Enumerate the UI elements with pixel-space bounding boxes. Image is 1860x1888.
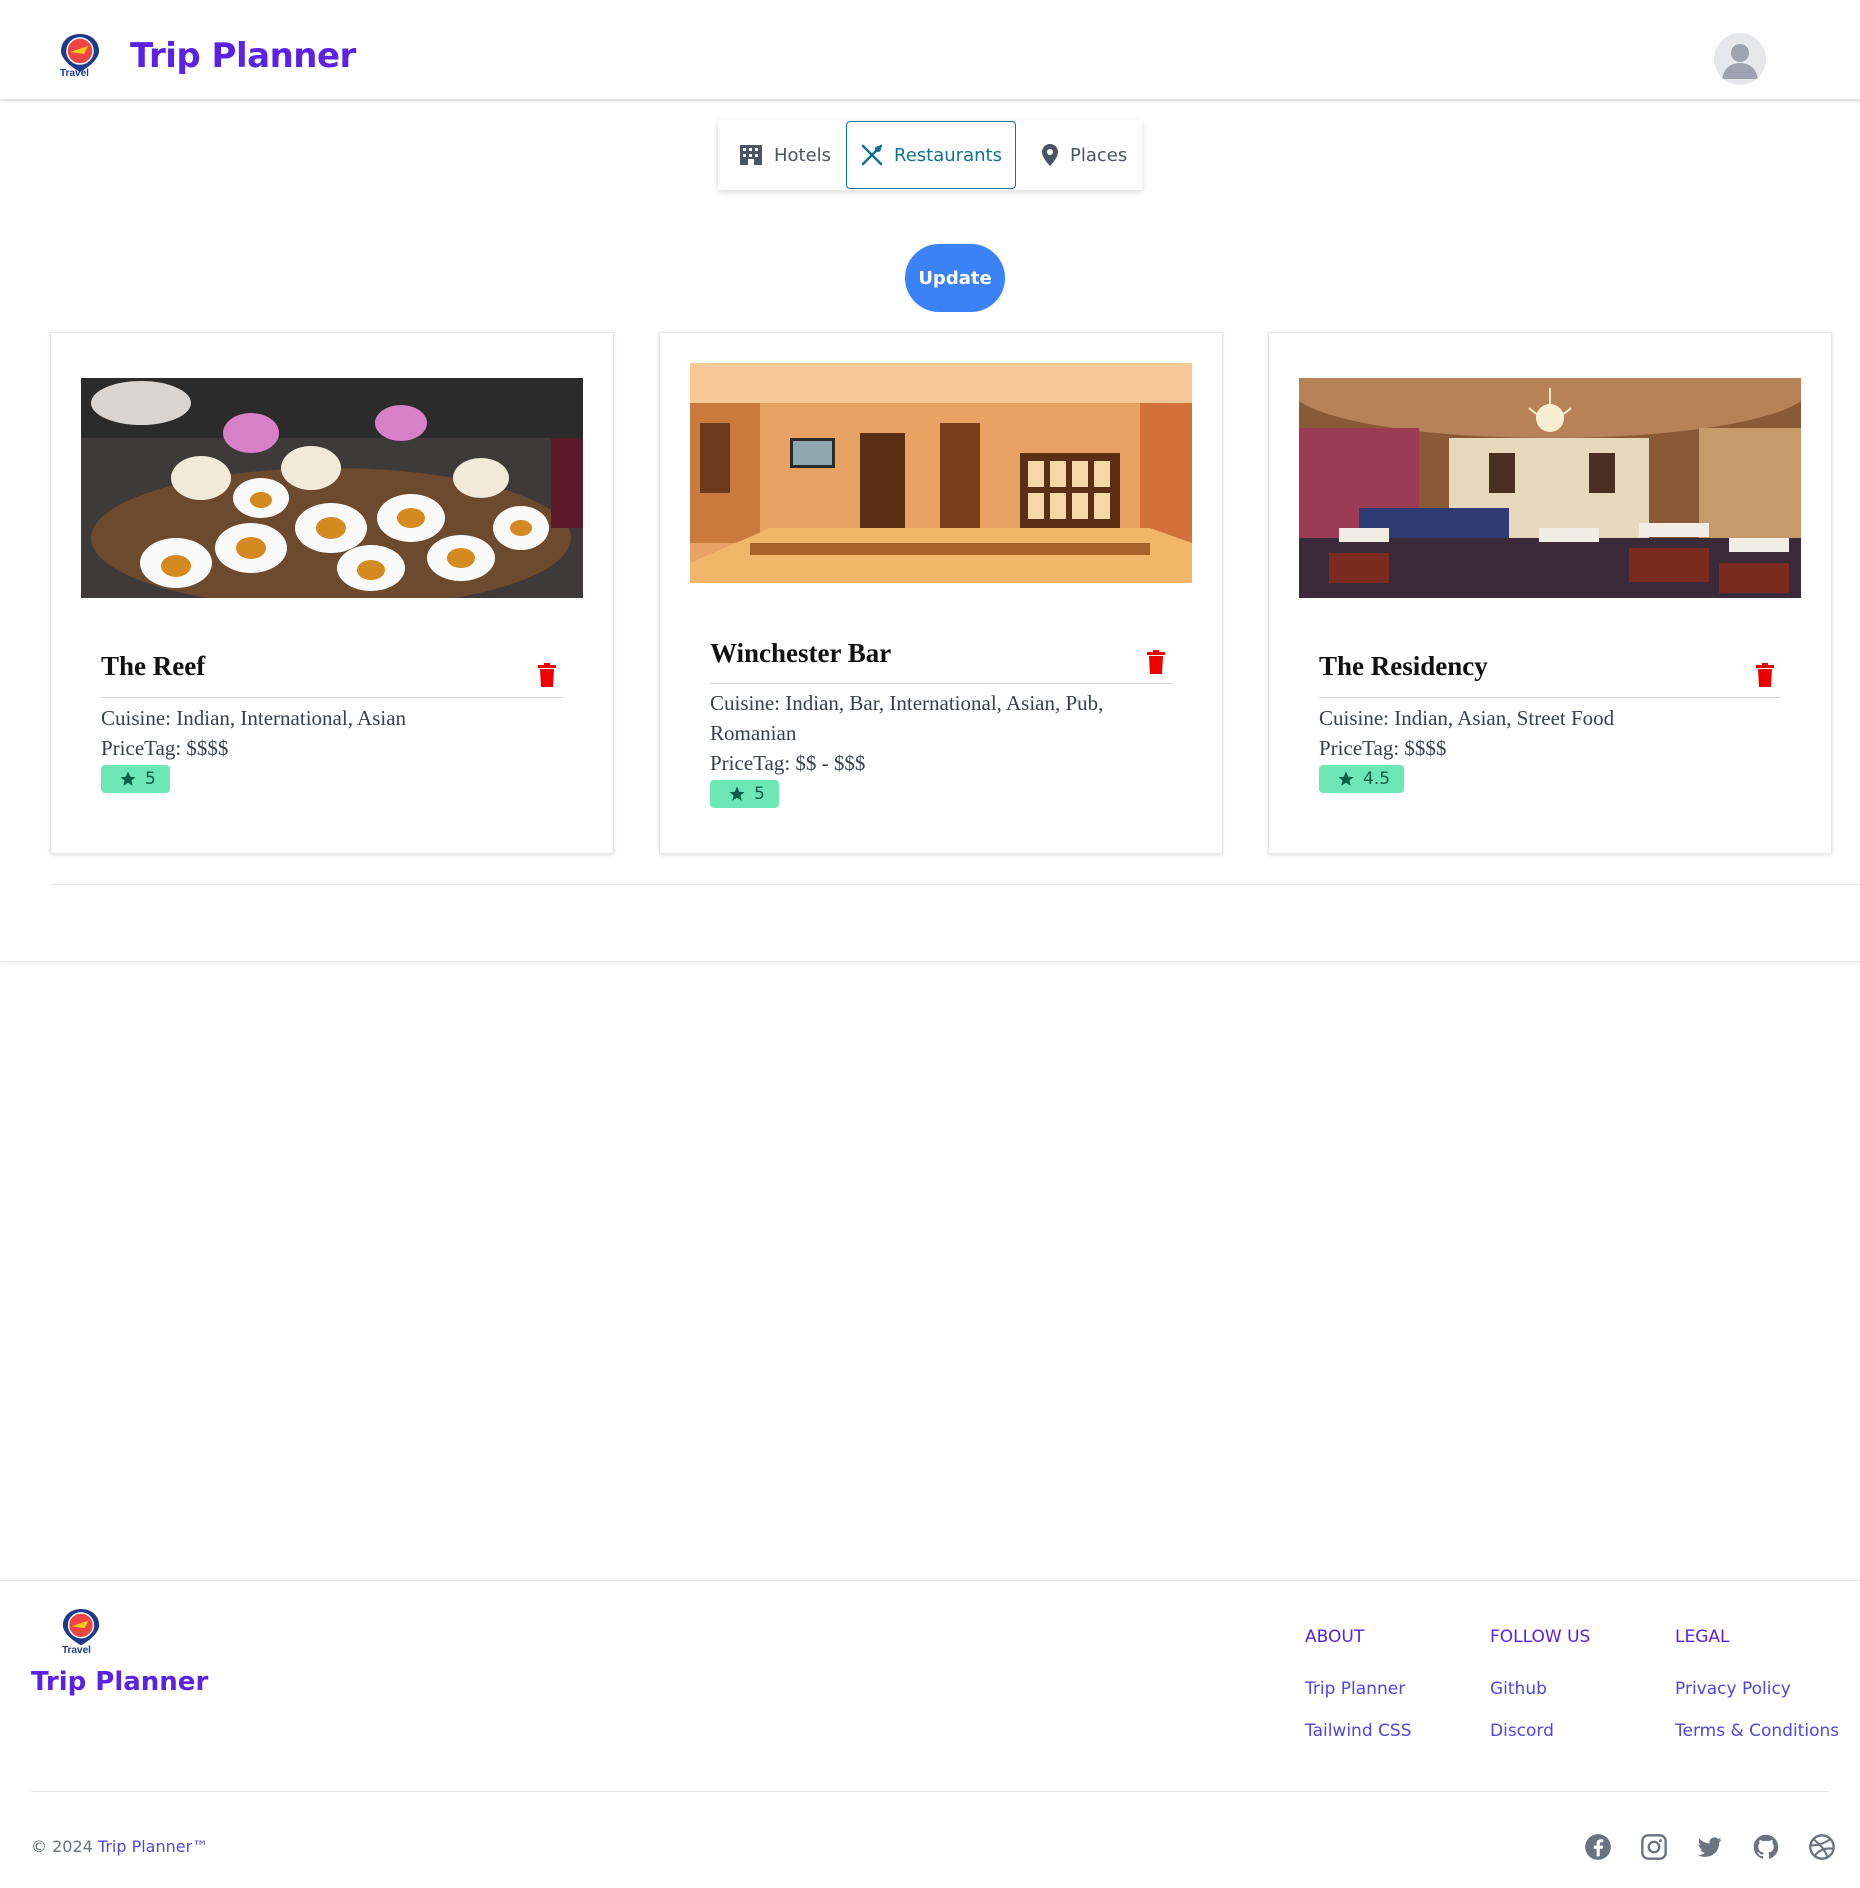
cuisine-text: Cuisine: Indian, Asian, Street Food: [1319, 706, 1615, 730]
cuisine-text: Cuisine: Indian, International, Asian: [101, 706, 407, 730]
restaurant-photo: [690, 363, 1192, 583]
rating-badge: 4.5: [1319, 765, 1405, 793]
footer-link-tailwind[interactable]: Tailwind CSS: [1305, 1721, 1411, 1741]
delete-trash-icon[interactable]: [1146, 650, 1166, 679]
title-divider: [101, 697, 563, 698]
tab-places[interactable]: Places: [1016, 121, 1142, 189]
instagram-icon[interactable]: [1640, 1833, 1668, 1861]
tab-restaurants[interactable]: Restaurants: [846, 121, 1016, 189]
rating-badge: 5: [710, 780, 779, 808]
cuisine-text: Cuisine: Indian, Bar, International, Asi…: [710, 691, 1104, 745]
rating-badge: 5: [101, 765, 170, 793]
logo-caption: Travel: [60, 68, 89, 79]
restaurant-details: Cuisine: Indian, Bar, International, Asi…: [710, 688, 1150, 811]
footer-link-discord[interactable]: Discord: [1490, 1721, 1590, 1741]
update-button[interactable]: Update: [905, 244, 1005, 312]
footer-heading-follow: FOLLOW US: [1490, 1627, 1591, 1647]
price-tag-text: PriceTag: $$$$: [1319, 736, 1447, 760]
footer-link-trip-planner[interactable]: Trip Planner: [1305, 1679, 1411, 1699]
category-tabs: Hotels Restaurants Places: [718, 120, 1142, 190]
copyright: © 2024 Trip Planner™: [31, 1837, 208, 1856]
copyright-brand-link[interactable]: Trip Planner™: [98, 1837, 208, 1856]
restaurant-details: Cuisine: Indian, International, Asian Pr…: [101, 703, 541, 796]
tab-hotels[interactable]: Hotels: [718, 121, 846, 189]
tab-places-label: Places: [1070, 144, 1128, 166]
utensils-icon: [861, 144, 883, 166]
user-avatar[interactable]: [1714, 33, 1766, 85]
section-divider: [50, 884, 1860, 885]
restaurant-details: Cuisine: Indian, Asian, Street Food Pric…: [1319, 703, 1759, 796]
github-icon[interactable]: [1752, 1833, 1780, 1861]
footer-divider: [31, 1791, 1829, 1792]
restaurant-name: Winchester Bar: [710, 638, 892, 668]
tab-hotels-label: Hotels: [774, 144, 832, 166]
dribbble-icon[interactable]: [1808, 1833, 1836, 1861]
user-icon: [1722, 44, 1758, 79]
footer-link-privacy[interactable]: Privacy Policy: [1675, 1679, 1839, 1699]
delete-trash-icon[interactable]: [1755, 663, 1775, 692]
rating-value: 4.5: [1363, 769, 1391, 789]
rating-value: 5: [145, 769, 156, 789]
restaurant-card[interactable]: Winchester Bar Cuisine: Indian, Bar, Int…: [659, 332, 1223, 854]
footer-link-github[interactable]: Github: [1490, 1679, 1590, 1699]
footer: Travel Trip Planner ABOUT Trip Planner T…: [0, 1580, 1860, 1888]
app-title[interactable]: Trip Planner: [130, 36, 356, 76]
tab-restaurants-label: Restaurants: [894, 144, 1002, 166]
footer-column-follow: FOLLOW US Github Discord: [1490, 1627, 1590, 1763]
footer-heading-about: ABOUT: [1305, 1627, 1365, 1647]
restaurant-card[interactable]: The Residency Cuisine: Indian, Asian, St…: [1268, 332, 1832, 854]
restaurant-photo: [81, 378, 583, 598]
restaurant-card[interactable]: The Reef Cuisine: Indian, International,…: [50, 332, 614, 854]
footer-link-terms[interactable]: Terms & Conditions: [1675, 1721, 1839, 1741]
building-icon: [740, 145, 762, 165]
price-tag-text: PriceTag: $$ - $$$: [710, 751, 866, 775]
star-icon: [729, 786, 745, 801]
copyright-prefix: © 2024: [31, 1837, 98, 1856]
twitter-icon[interactable]: [1696, 1833, 1724, 1861]
restaurant-name: The Residency: [1319, 651, 1488, 681]
rating-value: 5: [754, 784, 765, 804]
facebook-icon[interactable]: [1584, 1833, 1612, 1861]
map-pin-icon: [1042, 144, 1058, 166]
top-navbar: Travel Trip Planner: [0, 0, 1860, 100]
star-icon: [120, 771, 136, 786]
price-tag-text: PriceTag: $$$$: [101, 736, 229, 760]
restaurant-name: The Reef: [101, 651, 206, 681]
restaurant-photo: [1299, 378, 1801, 598]
footer-brand[interactable]: Trip Planner: [31, 1667, 208, 1697]
logo-caption: Travel: [62, 1645, 91, 1656]
social-links: [1584, 1833, 1836, 1861]
title-divider: [1319, 697, 1781, 698]
footer-heading-legal: LEGAL: [1675, 1627, 1730, 1647]
delete-trash-icon[interactable]: [537, 663, 557, 692]
footer-column-about: ABOUT Trip Planner Tailwind CSS: [1305, 1627, 1411, 1763]
footer-column-legal: LEGAL Privacy Policy Terms & Conditions: [1675, 1627, 1839, 1763]
star-icon: [1338, 771, 1354, 786]
title-divider: [710, 683, 1172, 684]
